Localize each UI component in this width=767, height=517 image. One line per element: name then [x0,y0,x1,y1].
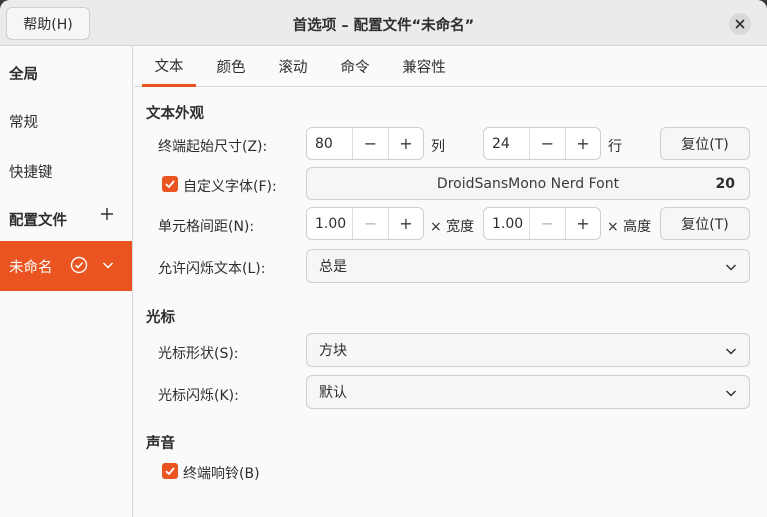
blink-text-dropdown[interactable]: 总是 [306,249,750,283]
checkmark-icon [165,467,175,476]
add-profile-icon[interactable] [100,207,114,221]
preferences-window: 帮助(H) 首选项 – 配置文件“未命名” 全局 常规 快捷键 配置文件 未命名… [0,0,767,517]
close-icon [735,19,745,29]
text-tab-content: 文本外观 终端起始尺寸(Z): 80 − + 列 24 − + 行 复位(T) … [134,87,767,517]
columns-value[interactable]: 80 [307,128,353,159]
cell-height-increment-button[interactable]: + [565,208,600,239]
sidebar-header-profiles: 配置文件 [0,194,132,244]
cursor-shape-dropdown[interactable]: 方块 [306,333,750,367]
close-button[interactable] [729,13,751,35]
cell-width-spinner: 1.00 − + [306,207,424,240]
default-profile-check-icon [70,256,88,274]
terminal-bell-label: 终端响铃(B) [183,466,260,482]
help-button[interactable]: 帮助(H) [6,7,90,40]
profile-label: 未命名 [9,259,53,276]
height-unit: × 高度 [607,219,652,235]
reset-size-button[interactable]: 复位(T) [660,127,750,160]
tab-command[interactable]: 命令 [328,46,382,86]
columns-unit: 列 [431,139,445,155]
rows-value[interactable]: 24 [484,128,530,159]
cell-spacing-label: 单元格间距(N): [158,219,255,235]
checkmark-icon [165,180,175,189]
sidebar-item-shortcuts[interactable]: 快捷键 [0,146,132,196]
terminal-bell-checkbox[interactable] [162,463,178,479]
rows-spinner: 24 − + [483,127,601,160]
cursor-blink-dropdown[interactable]: 默认 [306,375,750,409]
blink-text-label: 允许闪烁文本(L): [158,261,266,277]
section-text-appearance: 文本外观 [146,106,204,122]
columns-decrement-button[interactable]: − [353,128,388,159]
cell-height-spinner: 1.00 − + [483,207,601,240]
window-title: 首选项 – 配置文件“未命名” [292,18,475,34]
width-unit: × 宽度 [430,219,475,235]
cell-width-value[interactable]: 1.00 [307,208,353,239]
cell-height-decrement-button[interactable]: − [530,208,565,239]
chevron-down-icon [726,390,736,397]
blink-text-value: 总是 [319,259,347,275]
section-cursor: 光标 [146,310,175,326]
columns-increment-button[interactable]: + [388,128,423,159]
cursor-shape-value: 方块 [319,343,347,359]
chevron-down-icon [726,348,736,355]
chevron-down-icon [726,264,736,271]
reset-spacing-button[interactable]: 复位(T) [660,207,750,240]
cursor-shape-label: 光标形状(S): [158,346,239,362]
titlebar: 帮助(H) 首选项 – 配置文件“未命名” [0,0,767,46]
cell-width-decrement-button[interactable]: − [353,208,388,239]
cursor-blink-value: 默认 [319,385,347,401]
tab-colors[interactable]: 颜色 [204,46,258,86]
chevron-down-icon[interactable] [102,259,114,271]
sidebar-header-global: 全局 [9,66,38,83]
tab-text[interactable]: 文本 [142,46,196,87]
cell-height-value[interactable]: 1.00 [484,208,530,239]
rows-increment-button[interactable]: + [565,128,600,159]
font-size: 20 [715,176,735,192]
cursor-blink-label: 光标闪烁(K): [158,388,239,404]
initial-size-label: 终端起始尺寸(Z): [158,139,268,155]
columns-spinner: 80 − + [306,127,424,160]
rows-decrement-button[interactable]: − [530,128,565,159]
profiles-header-label: 配置文件 [9,212,67,229]
custom-font-label: 自定义字体(F): [183,179,277,195]
font-name: DroidSansMono Nerd Font [436,176,620,192]
sidebar-item-general[interactable]: 常规 [0,96,132,146]
rows-unit: 行 [608,139,622,155]
tab-scrolling[interactable]: 滚动 [266,46,320,86]
tab-bar: 文本 颜色 滚动 命令 兼容性 [134,46,767,87]
sidebar: 全局 常规 快捷键 配置文件 未命名 [0,46,133,517]
cell-width-increment-button[interactable]: + [388,208,423,239]
font-chooser-button[interactable]: DroidSansMono Nerd Font 20 [306,167,750,200]
custom-font-checkbox[interactable] [162,176,178,192]
sidebar-item-profile-unnamed[interactable]: 未命名 [0,241,132,291]
section-sound: 声音 [146,436,175,452]
tab-compatibility[interactable]: 兼容性 [392,46,456,86]
